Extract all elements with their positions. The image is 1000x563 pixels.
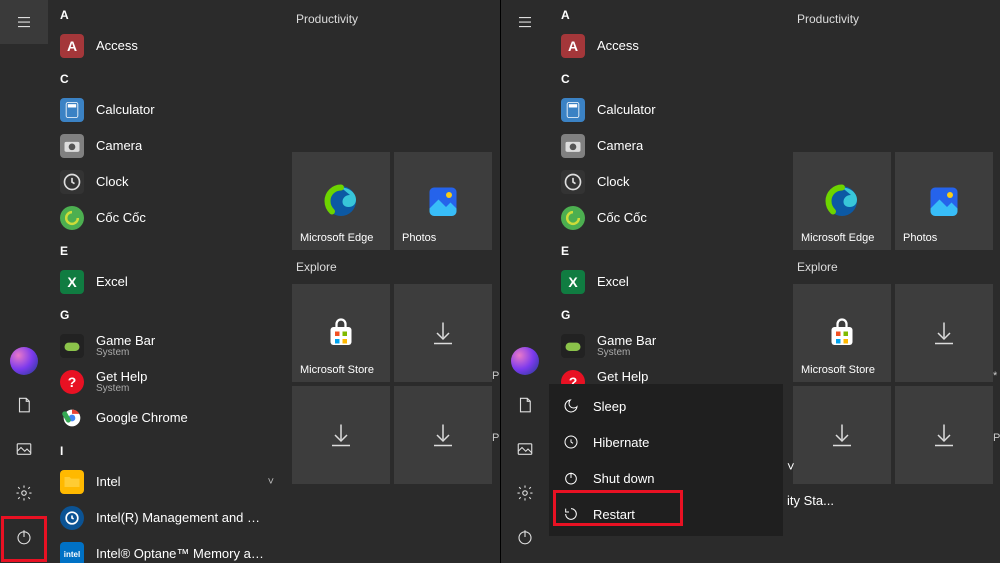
tile-edge[interactable]: Microsoft Edge bbox=[793, 152, 891, 250]
hamburger-icon[interactable] bbox=[0, 0, 48, 44]
documents-icon[interactable] bbox=[0, 383, 48, 427]
app-calculator[interactable]: Calculator bbox=[549, 92, 787, 128]
start-rail bbox=[0, 0, 48, 563]
cutoff-text: * bbox=[993, 370, 997, 382]
menu-sleep[interactable]: Sleep bbox=[549, 388, 783, 424]
letter-header[interactable]: G bbox=[549, 300, 787, 328]
cutoff-text: Pl bbox=[492, 370, 500, 382]
tiles-area: Productivity Microsoft Edge Photos Explo… bbox=[793, 0, 1000, 563]
letter-header[interactable]: E bbox=[549, 236, 787, 264]
power-icon[interactable] bbox=[0, 515, 48, 559]
tile-group-label[interactable]: Productivity bbox=[292, 6, 500, 36]
tile-photos[interactable]: Photos bbox=[895, 152, 993, 250]
app-clock[interactable]: Clock bbox=[48, 164, 286, 200]
app-excel[interactable]: XExcel bbox=[549, 264, 787, 300]
letter-header[interactable]: A bbox=[48, 0, 286, 28]
avatar[interactable] bbox=[501, 339, 549, 383]
tile-download[interactable] bbox=[394, 284, 492, 382]
tile-photos[interactable]: Photos bbox=[394, 152, 492, 250]
app-chrome[interactable]: Google Chrome bbox=[48, 400, 286, 436]
letter-header[interactable]: C bbox=[48, 64, 286, 92]
app-excel[interactable]: XExcel bbox=[48, 264, 286, 300]
tile-group-label[interactable]: Explore bbox=[793, 254, 1000, 284]
letter-header[interactable]: E bbox=[48, 236, 286, 264]
app-coccoc[interactable]: Cốc Cốc bbox=[549, 200, 787, 236]
tile-download[interactable] bbox=[292, 386, 390, 484]
app-calculator[interactable]: Calculator bbox=[48, 92, 286, 128]
tile-group-label[interactable]: Explore bbox=[292, 254, 500, 284]
pane-right: A AAccess C Calculator Camera Clock Cốc … bbox=[500, 0, 1000, 563]
tiles-area: Productivity Microsoft Edge Photos Explo… bbox=[292, 0, 500, 563]
pictures-icon[interactable] bbox=[501, 427, 549, 471]
chevron-down-icon: ˅ bbox=[268, 476, 274, 488]
app-intel-mgmt[interactable]: Intel(R) Management and Security Sta... bbox=[48, 500, 286, 536]
app-coccoc[interactable]: Cốc Cốc bbox=[48, 200, 286, 236]
settings-icon[interactable] bbox=[501, 471, 549, 515]
pictures-icon[interactable] bbox=[0, 427, 48, 471]
power-menu: Sleep Hibernate Shut down Restart bbox=[549, 384, 783, 536]
power-icon[interactable] bbox=[501, 515, 549, 559]
letter-header[interactable]: G bbox=[48, 300, 286, 328]
menu-hibernate[interactable]: Hibernate bbox=[549, 424, 783, 460]
tile-group-label[interactable]: Productivity bbox=[793, 6, 1000, 36]
app-intel-optane[interactable]: intelIntel® Optane™ Memory and Storage..… bbox=[48, 536, 286, 563]
letter-header[interactable]: I bbox=[48, 436, 286, 464]
tile-store[interactable]: Microsoft Store bbox=[793, 284, 891, 382]
cutoff-text: Pl bbox=[492, 432, 500, 444]
menu-shutdown[interactable]: Shut down bbox=[549, 460, 783, 496]
tile-edge[interactable]: Microsoft Edge bbox=[292, 152, 390, 250]
app-camera[interactable]: Camera bbox=[48, 128, 286, 164]
app-gethelp[interactable]: ?Get HelpSystem bbox=[48, 364, 286, 400]
tile-download[interactable] bbox=[793, 386, 891, 484]
partial-text: ity Sta... bbox=[787, 493, 834, 508]
cutoff-text: Pl bbox=[993, 432, 1000, 444]
app-access[interactable]: AAccess bbox=[549, 28, 787, 64]
letter-header[interactable]: C bbox=[549, 64, 787, 92]
app-access[interactable]: AAccess bbox=[48, 28, 286, 64]
app-list: A AAccess C Calculator Camera Clock Cốc … bbox=[48, 0, 286, 563]
menu-restart[interactable]: Restart bbox=[549, 496, 783, 532]
tile-download[interactable] bbox=[895, 284, 993, 382]
app-intel-folder-chevron: ˅ bbox=[787, 459, 795, 474]
app-intel-folder[interactable]: Intel˅ bbox=[48, 464, 286, 500]
tile-download[interactable] bbox=[895, 386, 993, 484]
app-clock[interactable]: Clock bbox=[549, 164, 787, 200]
app-gamebar[interactable]: Game BarSystem bbox=[549, 328, 787, 364]
documents-icon[interactable] bbox=[501, 383, 549, 427]
tile-store[interactable]: Microsoft Store bbox=[292, 284, 390, 382]
tile-download[interactable] bbox=[394, 386, 492, 484]
pane-left: A AAccess C Calculator Camera Clock Cốc … bbox=[0, 0, 500, 563]
app-camera[interactable]: Camera bbox=[549, 128, 787, 164]
letter-header[interactable]: A bbox=[549, 0, 787, 28]
start-rail bbox=[501, 0, 549, 563]
avatar[interactable] bbox=[0, 339, 48, 383]
app-gamebar[interactable]: Game BarSystem bbox=[48, 328, 286, 364]
hamburger-icon[interactable] bbox=[501, 0, 549, 44]
settings-icon[interactable] bbox=[0, 471, 48, 515]
